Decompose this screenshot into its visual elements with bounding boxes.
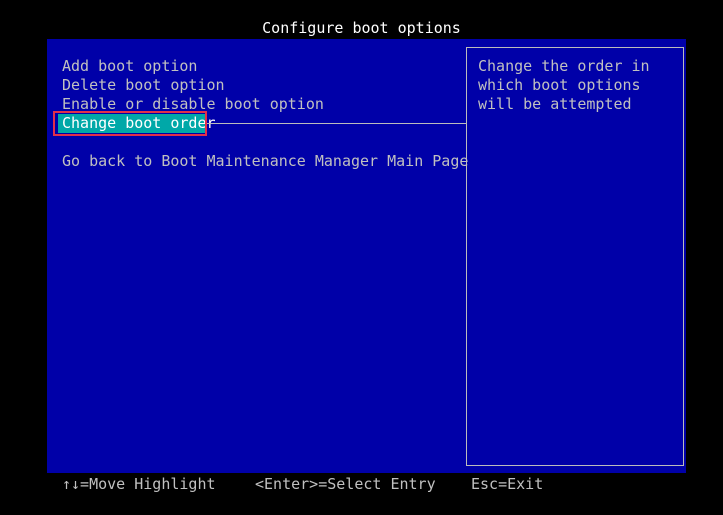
menu-item-delete-boot-option[interactable]: Delete boot option [62,76,225,95]
help-connector-line [207,123,466,124]
menu-item-go-back[interactable]: Go back to Boot Maintenance Manager Main… [62,152,468,171]
help-text: Change the order in which boot options w… [478,57,650,113]
page-title: Configure boot options [262,19,461,37]
selection-highlight-box [53,111,207,136]
menu-item-add-boot-option[interactable]: Add boot option [62,57,197,76]
footer-exit: Esc=Exit [471,475,544,493]
footer-move-highlight: ↑↓=Move Highlight [62,475,216,493]
footer-select-entry: <Enter>=Select Entry [255,475,436,493]
